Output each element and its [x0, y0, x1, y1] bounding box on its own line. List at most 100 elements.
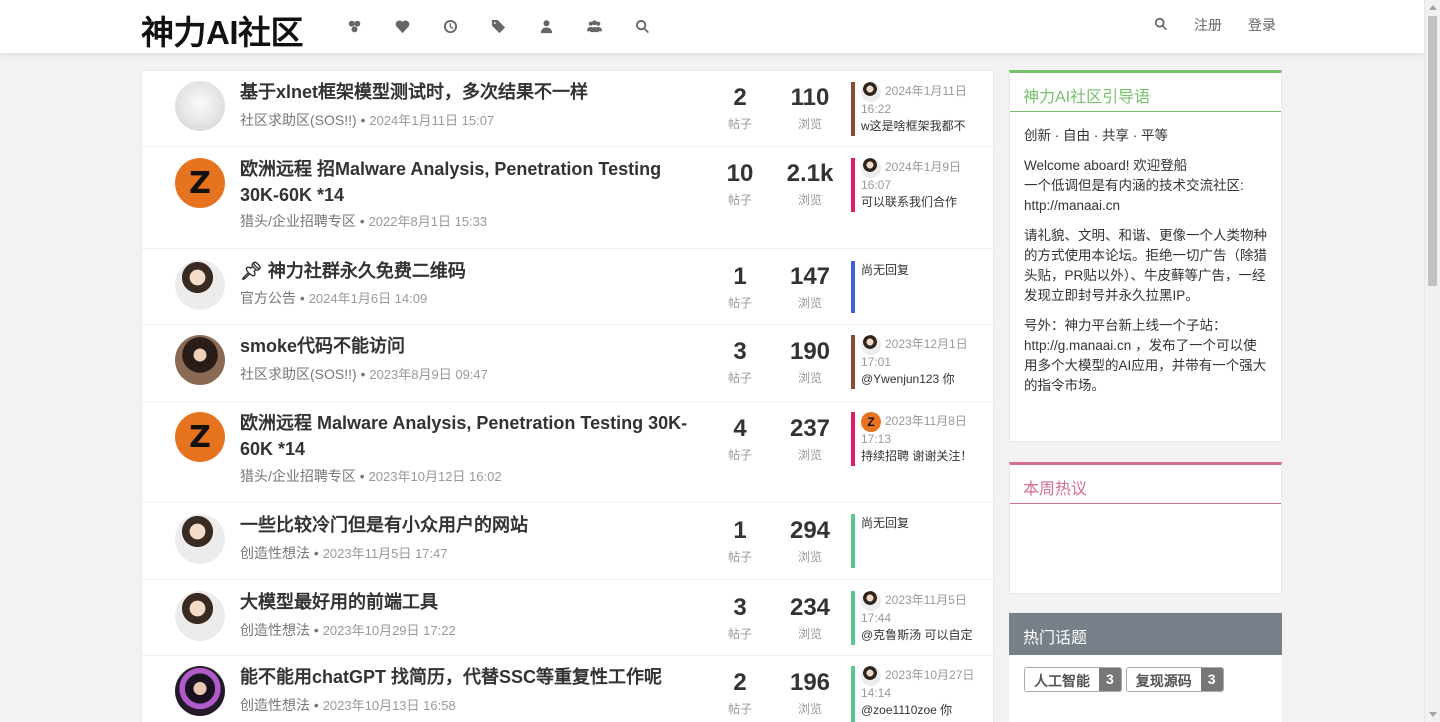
scroll-up-arrow-icon[interactable]: [1429, 5, 1437, 10]
search-icon[interactable]: [1154, 17, 1168, 34]
site-brand[interactable]: 神力AI社区: [141, 6, 304, 54]
post-count-label: 帖子: [727, 448, 752, 462]
avatar[interactable]: [175, 260, 225, 310]
categories-icon[interactable]: [330, 14, 378, 38]
view-count: 237 浏览: [780, 415, 840, 463]
tag-name[interactable]: 人工智能: [1025, 668, 1099, 691]
teaser-text: 可以联系我们合作: [861, 195, 958, 209]
post-count-label: 帖子: [727, 193, 752, 207]
teaser-avatar[interactable]: [861, 666, 881, 686]
teaser-avatar[interactable]: [861, 335, 881, 355]
avatar[interactable]: [175, 514, 225, 564]
pin-icon: 📌︎: [240, 261, 263, 281]
guide-widget-title: 神力AI社区引导语: [1010, 73, 1281, 112]
teaser-text: @zoe1110zoe 你: [861, 703, 953, 717]
topic-title[interactable]: 大模型最好用的前端工具: [240, 589, 438, 615]
topic-row[interactable]: Z 欧洲远程 Malware Analysis, Penetration Tes…: [142, 402, 993, 503]
avatar[interactable]: Z: [175, 412, 225, 462]
latest-reply-teaser[interactable]: Z 2023年11月8日 17:13 持续招聘 谢谢关注！: [851, 412, 976, 466]
popular-icon[interactable]: [378, 14, 426, 38]
teaser-text: @Ywenjun123 你: [861, 372, 955, 386]
topic-meta: 猎头/企业招聘专区 • 2023年10月12日 16:02: [240, 468, 502, 484]
avatar[interactable]: [175, 666, 225, 716]
topic-category[interactable]: 社区求助区(SOS!!): [240, 366, 357, 382]
teaser-avatar[interactable]: [861, 591, 881, 611]
view-count: 234 浏览: [780, 594, 840, 642]
register-link[interactable]: 注册: [1194, 15, 1222, 35]
view-count: 190 浏览: [780, 338, 840, 386]
view-count-value: 190: [789, 338, 831, 365]
post-count-value: 1: [733, 263, 747, 290]
latest-reply-teaser[interactable]: 2024年1月9日 16:07 可以联系我们合作: [851, 158, 976, 212]
search-icon[interactable]: [618, 14, 666, 38]
guide-widget-body: 创新 · 自由 · 共享 · 平等 Welcome aboard! 欢迎登船 一…: [1010, 112, 1281, 420]
topic-category[interactable]: 官方公告: [240, 290, 296, 306]
tags-icon[interactable]: [474, 14, 522, 38]
latest-reply-teaser[interactable]: 2024年1月11日 16:22 w这是啥框架我都不: [851, 82, 976, 136]
view-count-value: 237: [789, 415, 831, 442]
topic-category[interactable]: 猎头/企业招聘专区: [240, 213, 356, 229]
top-navbar: 神力AI社区 注册 登录: [0, 0, 1424, 54]
guide-site-link[interactable]: http://manaai.cn: [1024, 198, 1120, 213]
latest-reply-teaser[interactable]: 2023年10月27日 14:14 @zoe1110zoe 你: [851, 666, 976, 722]
topic-meta: 创造性想法 • 2023年10月13日 16:58: [240, 697, 456, 713]
groups-icon[interactable]: [570, 14, 618, 38]
teaser-avatar[interactable]: [861, 158, 881, 178]
post-count-value: 1: [733, 517, 747, 544]
latest-reply-teaser[interactable]: 2023年11月5日 17:44 @克鲁斯汤 可以自定: [851, 591, 976, 645]
tag-count: 3: [1200, 668, 1223, 691]
topic-time: 2023年11月5日 17:47: [322, 546, 448, 561]
topic-title[interactable]: 欧洲远程 Malware Analysis, Penetration Testi…: [240, 410, 700, 462]
tag-name[interactable]: 复现源码: [1126, 668, 1201, 691]
teaser-avatar[interactable]: [861, 82, 881, 102]
scroll-thumb[interactable]: [1428, 16, 1437, 286]
topic-title[interactable]: 基于xlnet框架模型测试时，多次结果不一样: [240, 79, 588, 105]
tag-count: 3: [1099, 668, 1121, 691]
post-count-label: 帖子: [727, 627, 752, 641]
view-count: 110 浏览: [780, 84, 840, 132]
topic-title[interactable]: 欧洲远程 招Malware Analysis, Penetration Test…: [240, 156, 680, 208]
topic-category[interactable]: 创造性想法: [240, 545, 310, 561]
topic-row[interactable]: Z 欧洲远程 招Malware Analysis, Penetration Te…: [142, 147, 993, 249]
topic-meta: 官方公告 • 2024年1月6日 14:09: [240, 290, 428, 306]
topic-title[interactable]: 一些比较冷门但是有小众用户的网站: [240, 512, 528, 538]
avatar[interactable]: [175, 81, 225, 131]
latest-reply-teaser[interactable]: 2023年12月1日 17:01 @Ywenjun123 你: [851, 335, 976, 389]
topic-category[interactable]: 猎头/企业招聘专区: [240, 468, 356, 484]
user-icon[interactable]: [522, 14, 570, 38]
teaser-avatar[interactable]: Z: [861, 412, 881, 432]
tag-item[interactable]: 复现源码 3: [1125, 667, 1224, 692]
topic-category[interactable]: 创造性想法: [240, 622, 310, 638]
login-link[interactable]: 登录: [1248, 15, 1276, 35]
scroll-down-arrow-icon[interactable]: [1429, 712, 1437, 717]
topic-row[interactable]: 📌︎ 神力社群永久免费二维码 官方公告 • 2024年1月6日 14:09 1 …: [142, 249, 993, 325]
no-reply-text: 尚无回复: [861, 263, 910, 277]
topic-title[interactable]: 能不能用chatGPT 找简历，代替SSC等重复性工作呢: [240, 664, 662, 690]
topic-row[interactable]: 基于xlnet框架模型测试时，多次结果不一样 社区求助区(SOS!!) • 20…: [142, 71, 993, 147]
topic-title[interactable]: 📌︎ 神力社群永久免费二维码: [240, 258, 466, 284]
tag-item[interactable]: 人工智能 3: [1024, 667, 1122, 692]
post-count-label: 帖子: [727, 702, 752, 716]
post-count-value: 10: [726, 160, 754, 187]
topic-title-text[interactable]: 神力社群永久免费二维码: [268, 261, 466, 281]
topic-meta: 创造性想法 • 2023年11月5日 17:47: [240, 545, 448, 561]
post-count-label: 帖子: [727, 550, 752, 564]
topic-row[interactable]: 大模型最好用的前端工具 创造性想法 • 2023年10月29日 17:22 3 …: [142, 580, 993, 656]
topic-row[interactable]: 能不能用chatGPT 找简历，代替SSC等重复性工作呢 创造性想法 • 202…: [142, 656, 993, 722]
view-count-label: 浏览: [797, 702, 822, 716]
no-reply-text: 尚无回复: [861, 516, 910, 530]
page-scrollbar[interactable]: [1424, 0, 1440, 722]
post-count: 10 帖子: [710, 160, 770, 208]
topic-row[interactable]: 一些比较冷门但是有小众用户的网站 创造性想法 • 2023年11月5日 17:4…: [142, 503, 993, 580]
view-count: 294 浏览: [780, 517, 840, 565]
teaser-text: 持续招聘 谢谢关注！: [861, 449, 973, 463]
topic-title[interactable]: smoke代码不能访问: [240, 333, 405, 359]
topic-category[interactable]: 社区求助区(SOS!!): [240, 112, 357, 128]
hot-week-title: 本周热议: [1010, 465, 1281, 504]
recent-icon[interactable]: [426, 14, 474, 38]
topic-row[interactable]: smoke代码不能访问 社区求助区(SOS!!) • 2023年8月9日 09:…: [142, 325, 993, 402]
topic-category[interactable]: 创造性想法: [240, 697, 310, 713]
avatar[interactable]: [175, 335, 225, 385]
avatar[interactable]: Z: [175, 158, 225, 208]
avatar[interactable]: [175, 591, 225, 641]
